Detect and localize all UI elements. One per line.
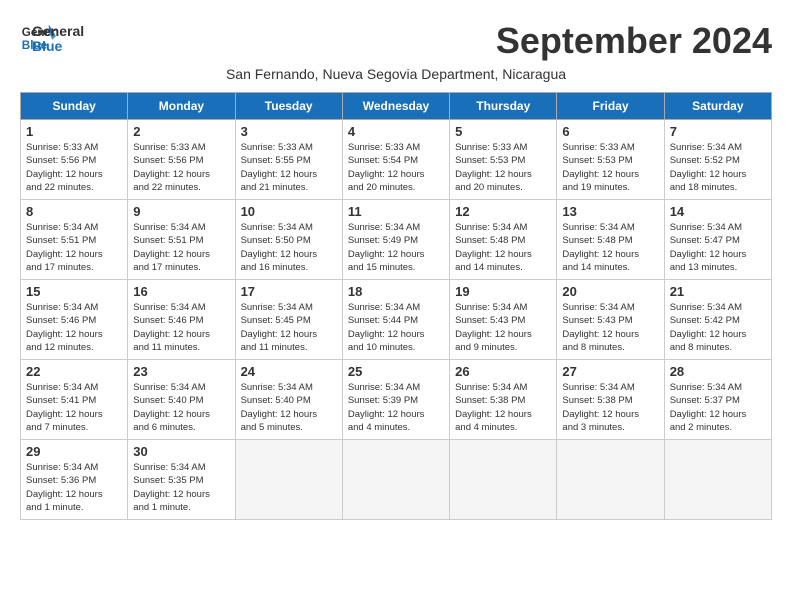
- table-row: 1Sunrise: 5:33 AMSunset: 5:56 PMDaylight…: [21, 120, 128, 200]
- table-row: 23Sunrise: 5:34 AMSunset: 5:40 PMDayligh…: [128, 360, 235, 440]
- table-row: 26Sunrise: 5:34 AMSunset: 5:38 PMDayligh…: [450, 360, 557, 440]
- calendar-header-row: Sunday Monday Tuesday Wednesday Thursday…: [21, 93, 772, 120]
- table-row: 6Sunrise: 5:33 AMSunset: 5:53 PMDaylight…: [557, 120, 664, 200]
- col-sunday: Sunday: [21, 93, 128, 120]
- calendar-week-4: 22Sunrise: 5:34 AMSunset: 5:41 PMDayligh…: [21, 360, 772, 440]
- col-wednesday: Wednesday: [342, 93, 449, 120]
- col-monday: Monday: [128, 93, 235, 120]
- logo: General Blue General Blue: [20, 20, 84, 56]
- col-friday: Friday: [557, 93, 664, 120]
- col-saturday: Saturday: [664, 93, 771, 120]
- calendar-week-3: 15Sunrise: 5:34 AMSunset: 5:46 PMDayligh…: [21, 280, 772, 360]
- col-tuesday: Tuesday: [235, 93, 342, 120]
- table-row: 22Sunrise: 5:34 AMSunset: 5:41 PMDayligh…: [21, 360, 128, 440]
- calendar-week-5: 29Sunrise: 5:34 AMSunset: 5:36 PMDayligh…: [21, 440, 772, 520]
- table-row: 20Sunrise: 5:34 AMSunset: 5:43 PMDayligh…: [557, 280, 664, 360]
- table-row: 21Sunrise: 5:34 AMSunset: 5:42 PMDayligh…: [664, 280, 771, 360]
- table-row: 13Sunrise: 5:34 AMSunset: 5:48 PMDayligh…: [557, 200, 664, 280]
- table-row: 30Sunrise: 5:34 AMSunset: 5:35 PMDayligh…: [128, 440, 235, 520]
- table-row: 28Sunrise: 5:34 AMSunset: 5:37 PMDayligh…: [664, 360, 771, 440]
- table-row: 3Sunrise: 5:33 AMSunset: 5:55 PMDaylight…: [235, 120, 342, 200]
- table-row: 18Sunrise: 5:34 AMSunset: 5:44 PMDayligh…: [342, 280, 449, 360]
- col-thursday: Thursday: [450, 93, 557, 120]
- table-row: 11Sunrise: 5:34 AMSunset: 5:49 PMDayligh…: [342, 200, 449, 280]
- table-row: 24Sunrise: 5:34 AMSunset: 5:40 PMDayligh…: [235, 360, 342, 440]
- table-row: 9Sunrise: 5:34 AMSunset: 5:51 PMDaylight…: [128, 200, 235, 280]
- calendar-week-2: 8Sunrise: 5:34 AMSunset: 5:51 PMDaylight…: [21, 200, 772, 280]
- location-subtitle: San Fernando, Nueva Segovia Department, …: [20, 66, 772, 82]
- table-row: 19Sunrise: 5:34 AMSunset: 5:43 PMDayligh…: [450, 280, 557, 360]
- table-row: [235, 440, 342, 520]
- header: General Blue General Blue September 2024: [20, 20, 772, 62]
- table-row: 15Sunrise: 5:34 AMSunset: 5:46 PMDayligh…: [21, 280, 128, 360]
- table-row: 27Sunrise: 5:34 AMSunset: 5:38 PMDayligh…: [557, 360, 664, 440]
- table-row: 2Sunrise: 5:33 AMSunset: 5:56 PMDaylight…: [128, 120, 235, 200]
- table-row: [557, 440, 664, 520]
- table-row: 12Sunrise: 5:34 AMSunset: 5:48 PMDayligh…: [450, 200, 557, 280]
- logo-general: General: [32, 24, 84, 39]
- table-row: 10Sunrise: 5:34 AMSunset: 5:50 PMDayligh…: [235, 200, 342, 280]
- table-row: [664, 440, 771, 520]
- table-row: [342, 440, 449, 520]
- month-title: September 2024: [496, 20, 772, 62]
- logo-blue: Blue: [32, 39, 84, 54]
- table-row: 25Sunrise: 5:34 AMSunset: 5:39 PMDayligh…: [342, 360, 449, 440]
- table-row: 29Sunrise: 5:34 AMSunset: 5:36 PMDayligh…: [21, 440, 128, 520]
- table-row: 5Sunrise: 5:33 AMSunset: 5:53 PMDaylight…: [450, 120, 557, 200]
- calendar-body: 1Sunrise: 5:33 AMSunset: 5:56 PMDaylight…: [21, 120, 772, 520]
- table-row: 8Sunrise: 5:34 AMSunset: 5:51 PMDaylight…: [21, 200, 128, 280]
- table-row: 4Sunrise: 5:33 AMSunset: 5:54 PMDaylight…: [342, 120, 449, 200]
- table-row: 7Sunrise: 5:34 AMSunset: 5:52 PMDaylight…: [664, 120, 771, 200]
- calendar-table: Sunday Monday Tuesday Wednesday Thursday…: [20, 92, 772, 520]
- table-row: 16Sunrise: 5:34 AMSunset: 5:46 PMDayligh…: [128, 280, 235, 360]
- table-row: [450, 440, 557, 520]
- calendar-week-1: 1Sunrise: 5:33 AMSunset: 5:56 PMDaylight…: [21, 120, 772, 200]
- table-row: 17Sunrise: 5:34 AMSunset: 5:45 PMDayligh…: [235, 280, 342, 360]
- table-row: 14Sunrise: 5:34 AMSunset: 5:47 PMDayligh…: [664, 200, 771, 280]
